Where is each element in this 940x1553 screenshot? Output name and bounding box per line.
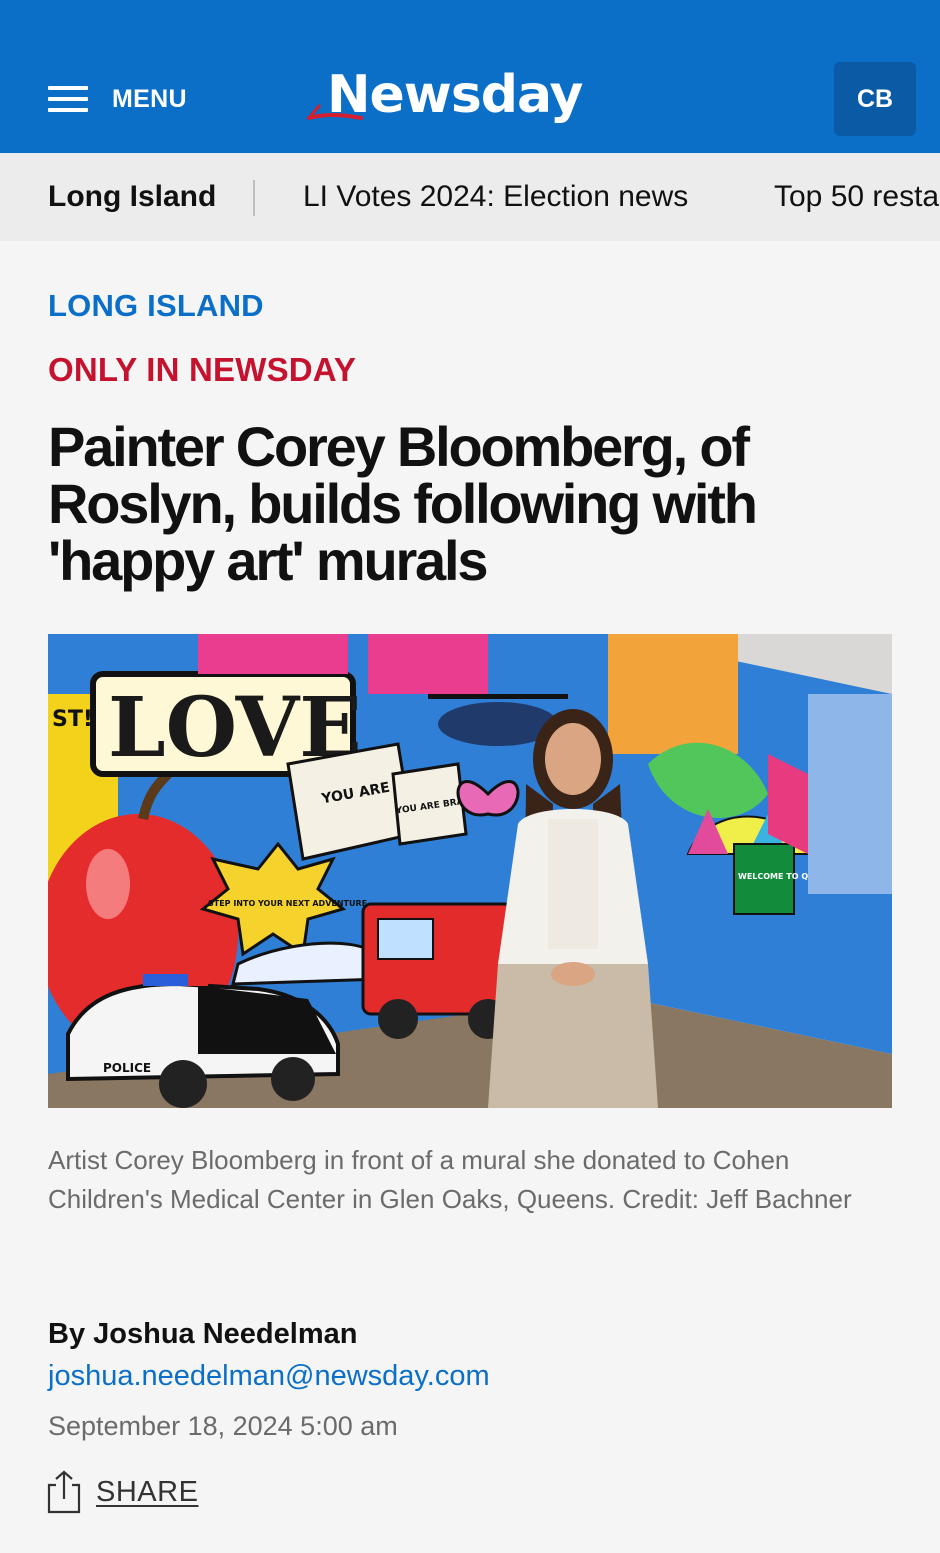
- share-icon: [47, 1470, 81, 1514]
- share-label: SHARE: [96, 1475, 199, 1508]
- author-byline: By Joshua Needelman: [48, 1318, 358, 1350]
- subnav-item-li-votes[interactable]: LI Votes 2024: Election news: [303, 153, 688, 241]
- exclusive-label: ONLY IN NEWSDAY: [48, 351, 357, 388]
- mural-adventure-text: STEP INTO YOUR NEXT ADVENTURE: [208, 899, 367, 908]
- subnav-divider: [253, 180, 255, 216]
- image-caption: Artist Corey Bloomberg in front of a mur…: [48, 1145, 852, 1214]
- mural-st-text: ST!: [52, 707, 93, 732]
- account-avatar-button[interactable]: CB: [834, 62, 916, 136]
- section-subnav: Long Island LI Votes 2024: Election news…: [0, 153, 940, 241]
- article-headline: Painter Corey Bloomberg, of Roslyn, buil…: [48, 415, 758, 592]
- share-button[interactable]: SHARE: [46, 1468, 198, 1516]
- mural-police-text: POLICE: [103, 1061, 151, 1075]
- menu-button[interactable]: MENU: [48, 84, 187, 114]
- subnav-item-top-50-restaurants[interactable]: Top 50 restaurants: [774, 153, 940, 241]
- subnav-item-long-island[interactable]: Long Island: [48, 153, 216, 241]
- section-label-link[interactable]: LONG ISLAND: [48, 288, 264, 324]
- publish-date: September 18, 2024 5:00 am: [48, 1411, 398, 1441]
- hamburger-icon: [48, 86, 88, 112]
- newsday-logo[interactable]: Newsday: [305, 60, 640, 130]
- hero-image[interactable]: LOVE ST! YOU ARE STRONG YOU ARE BRAVE ST…: [48, 634, 892, 1108]
- menu-label: MENU: [112, 84, 187, 113]
- site-header: MENU Newsday CB: [0, 0, 940, 153]
- author-email-link[interactable]: joshua.needelman@newsday.com: [48, 1360, 490, 1393]
- logo-text: Newsday: [327, 65, 583, 125]
